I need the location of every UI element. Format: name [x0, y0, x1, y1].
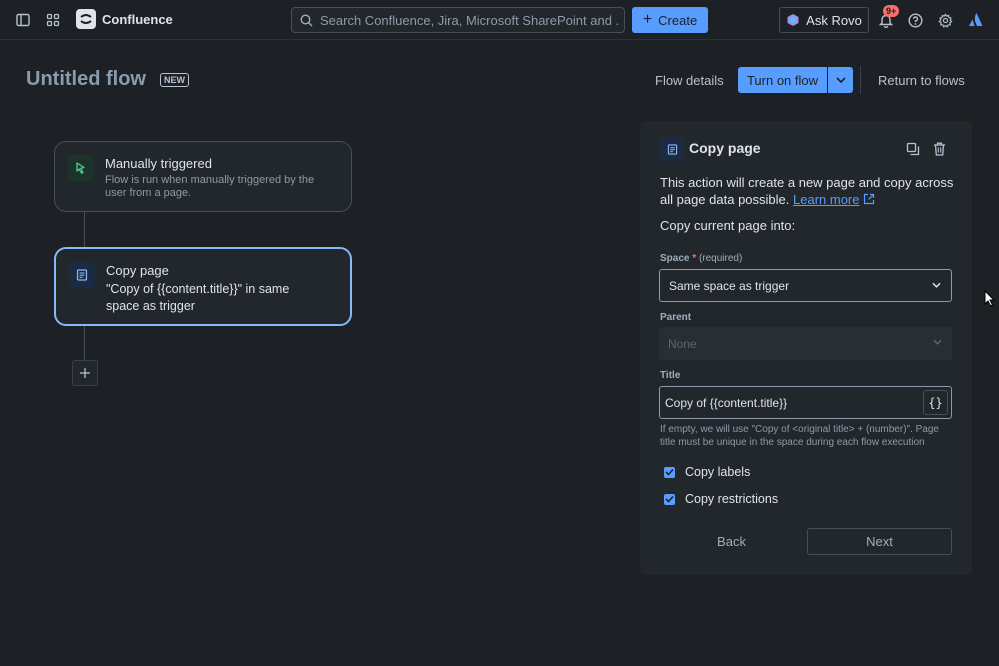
- parent-select-value: None: [668, 336, 697, 351]
- checkbox-checked-icon[interactable]: [664, 493, 675, 505]
- create-button[interactable]: + Create: [632, 7, 708, 33]
- chevron-down-icon: [835, 77, 846, 83]
- search-icon: [300, 13, 313, 26]
- panel-title: Copy page: [689, 140, 761, 156]
- page-icon: [69, 262, 95, 288]
- copy-page-config-panel: Copy page This action will create a new …: [640, 121, 972, 575]
- header-divider: [860, 66, 861, 94]
- insert-variable-button[interactable]: {}: [923, 390, 948, 415]
- trigger-node[interactable]: Manually triggered Flow is run when manu…: [54, 141, 352, 212]
- search-bar[interactable]: [291, 7, 625, 33]
- copy-into-heading: Copy current page into:: [660, 218, 796, 233]
- page-icon: [660, 137, 684, 161]
- new-badge: NEW: [160, 73, 189, 87]
- help-icon[interactable]: [904, 9, 926, 31]
- ask-rovo-label: Ask Rovo: [806, 12, 862, 28]
- app-name: Confluence: [102, 11, 173, 27]
- panel-description: This action will create a new page and c…: [660, 174, 960, 208]
- copy-labels-checkbox[interactable]: Copy labels: [664, 465, 750, 479]
- ask-rovo-button[interactable]: Ask Rovo: [779, 7, 869, 33]
- copy-page-description: "Copy of {{content.title}}" in same spac…: [106, 282, 290, 313]
- title-label: Title: [660, 370, 681, 381]
- copy-restrictions-checkbox[interactable]: Copy restrictions: [664, 492, 778, 506]
- turn-on-options-button[interactable]: [828, 67, 853, 93]
- turn-on-flow-button[interactable]: Turn on flow: [738, 67, 827, 93]
- confluence-logo[interactable]: Confluence: [76, 9, 173, 29]
- app-switcher-icon[interactable]: [42, 9, 64, 31]
- title-field[interactable]: {}: [659, 386, 952, 419]
- duplicate-icon[interactable]: [903, 139, 923, 159]
- copy-page-node[interactable]: Copy page "Copy of {{content.title}}" in…: [54, 247, 352, 326]
- notification-badge: 9+: [883, 5, 900, 17]
- chevron-down-icon: [932, 282, 941, 288]
- trigger-description: Flow is run when manually triggered by t…: [105, 174, 315, 199]
- sidebar-toggle-icon[interactable]: [12, 9, 34, 31]
- rovo-icon: [787, 14, 799, 26]
- delete-trash-icon[interactable]: [929, 139, 949, 159]
- page-title[interactable]: Untitled flow: [26, 68, 146, 91]
- title-input[interactable]: [660, 395, 918, 410]
- required-text: (required): [698, 253, 743, 264]
- plus-icon: +: [642, 11, 653, 28]
- top-navigation: Confluence + Create Ask Rovo 9+: [0, 0, 999, 40]
- plus-icon: [80, 368, 90, 378]
- back-button[interactable]: Back: [660, 528, 803, 555]
- flow-connector: [84, 326, 85, 360]
- copy-labels-label: Copy labels: [685, 465, 751, 479]
- return-to-flows-button[interactable]: Return to flows: [878, 67, 965, 93]
- learn-more-label: Learn more: [793, 192, 860, 207]
- parent-label: Parent: [660, 312, 692, 323]
- space-label: Space * (required): [660, 253, 742, 264]
- next-button[interactable]: Next: [807, 528, 952, 555]
- space-select-value: Same space as trigger: [669, 278, 790, 293]
- trigger-title: Manually triggered: [105, 156, 212, 171]
- flow-details-button[interactable]: Flow details: [655, 67, 724, 93]
- external-link-icon[interactable]: [863, 193, 875, 205]
- title-helper-text: If empty, we will use "Copy of <original…: [660, 424, 939, 448]
- create-label: Create: [658, 12, 698, 28]
- chevron-down-icon: [933, 339, 942, 345]
- mouse-cursor-icon: [984, 290, 995, 307]
- trigger-icon: [68, 155, 94, 181]
- space-select[interactable]: Same space as trigger: [659, 269, 952, 302]
- add-step-button[interactable]: [72, 360, 98, 386]
- copy-page-title: Copy page: [106, 263, 169, 278]
- checkbox-checked-icon[interactable]: [664, 466, 675, 478]
- confluence-icon: [76, 9, 96, 29]
- space-label-text: Space: [660, 253, 690, 264]
- search-input[interactable]: [320, 12, 620, 28]
- required-marker: *: [692, 253, 697, 264]
- flow-connector: [84, 212, 85, 247]
- parent-select[interactable]: None: [659, 327, 952, 360]
- copy-restrictions-label: Copy restrictions: [685, 492, 779, 506]
- atlassian-icon[interactable]: [965, 9, 987, 31]
- learn-more-link[interactable]: Learn more: [793, 192, 859, 207]
- settings-gear-icon[interactable]: [934, 9, 956, 31]
